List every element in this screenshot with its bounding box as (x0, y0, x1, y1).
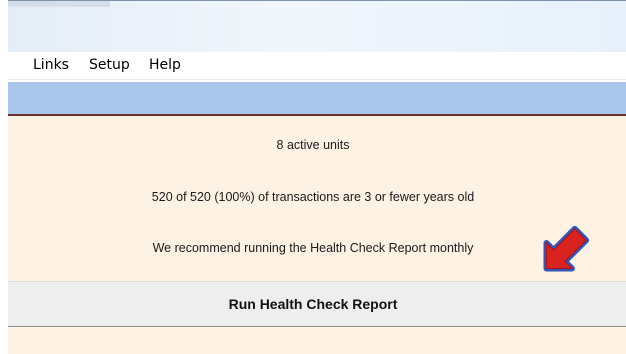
menu-bar: n Links Setup Help (0, 52, 626, 80)
transactions-age-text: 520 of 520 (100%) of transactions are 3 … (151, 190, 475, 204)
title-bar-fragment (0, 1, 110, 7)
recommendation-text: We recommend running the Health Check Re… (152, 241, 474, 255)
active-units-text: 8 active units (276, 138, 350, 152)
run-health-check-button[interactable]: Run Health Check Report (0, 281, 626, 328)
health-check-panel: 8 active units 520 of 520 (100%) of tran… (0, 116, 626, 282)
panel-footer (0, 327, 626, 354)
red-arrow-icon (543, 225, 590, 272)
section-header-band (0, 82, 626, 116)
app-window: n Links Setup Help 8 active units 520 of… (0, 0, 626, 354)
menu-item-setup[interactable]: Setup (89, 56, 130, 74)
window-left-edge (0, 0, 8, 354)
menu-item-links[interactable]: Links (33, 56, 69, 74)
menu-item-help[interactable]: Help (149, 56, 181, 74)
title-bar (0, 0, 626, 53)
